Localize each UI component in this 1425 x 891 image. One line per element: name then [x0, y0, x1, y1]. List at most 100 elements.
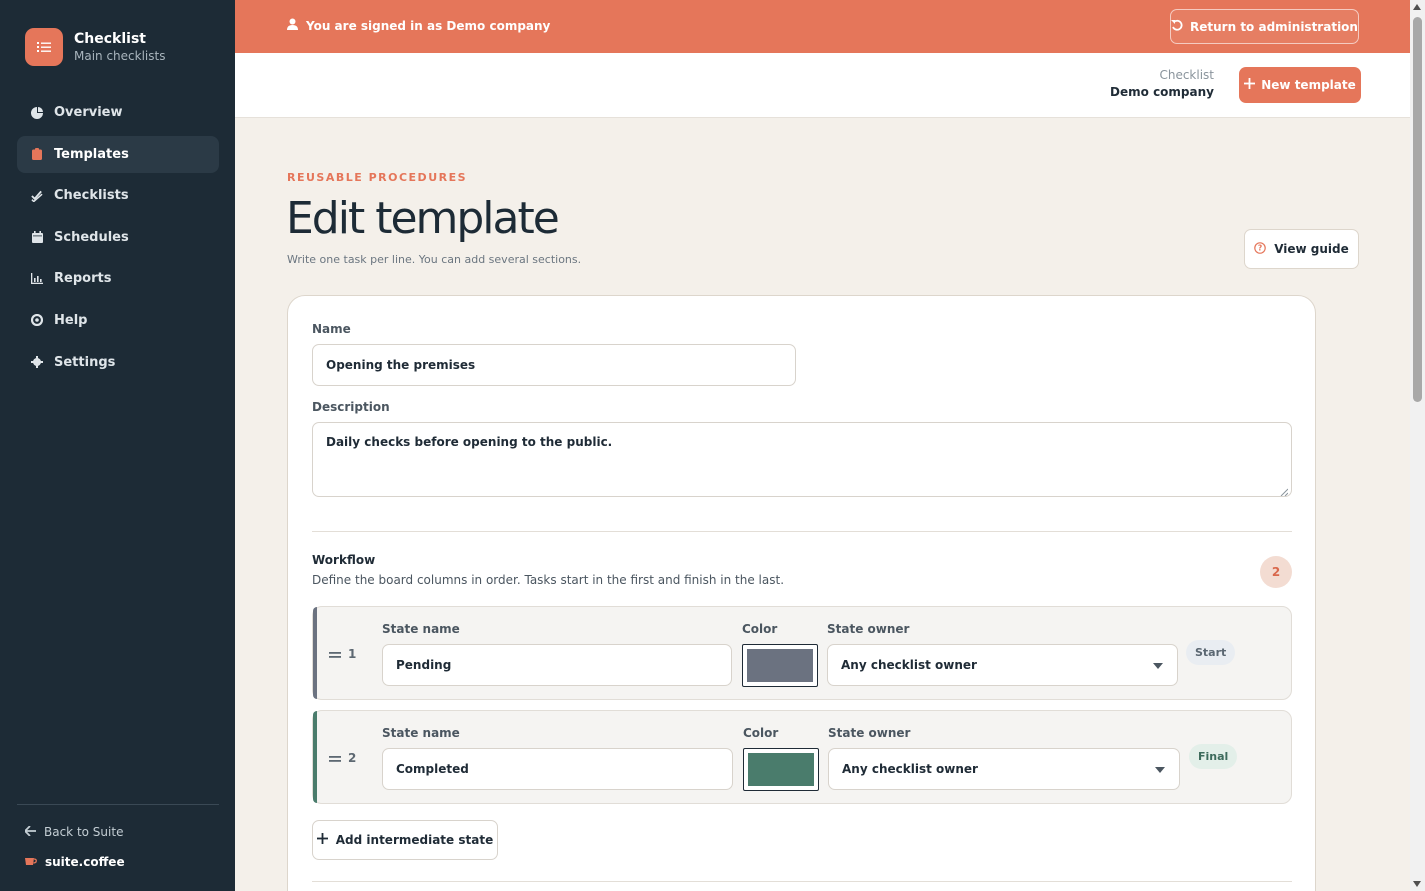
color-swatch [747, 649, 813, 682]
template-form-card: Name Opening the premises Description Da… [287, 295, 1316, 891]
section-divider [312, 531, 1292, 532]
workflow-state-row: 1 State name Pending Color State owner A… [312, 606, 1292, 700]
workflow-subtitle: Define the board columns in order. Tasks… [312, 573, 785, 587]
state-name-label: State name [382, 726, 460, 740]
sidebar-item-label: Help [54, 312, 88, 328]
page-scrollbar[interactable] [1410, 0, 1425, 891]
signed-in-notice: You are signed in as Demo company [287, 18, 550, 33]
add-intermediate-state-label: Add intermediate state [335, 833, 494, 847]
bar-chart-icon [31, 273, 43, 285]
state-color-bar [313, 607, 317, 699]
resize-grip-icon[interactable] [1280, 485, 1289, 497]
return-to-administration-label: Return to administration [1190, 19, 1358, 34]
scrollbar-thumb[interactable] [1413, 17, 1422, 402]
new-template-button[interactable]: New template [1239, 67, 1361, 103]
sidebar-item-label: Schedules [54, 229, 129, 245]
drag-handle[interactable]: 2 [329, 751, 356, 765]
sidebar-item-settings[interactable]: Settings [17, 344, 219, 381]
color-swatch [748, 753, 814, 786]
view-guide-label: View guide [1274, 242, 1349, 256]
back-to-suite-label: Back to Suite [44, 825, 124, 839]
sidebar-nav: Overview Templates Checklists Schedules … [17, 94, 219, 385]
user-secret-icon [287, 18, 298, 33]
life-ring-icon [31, 314, 43, 327]
state-name-label: State name [382, 622, 460, 636]
brand[interactable]: Checklist Main checklists [25, 28, 165, 66]
arrow-left-icon [23, 825, 36, 839]
svg-text:?: ? [1258, 243, 1262, 252]
description-field[interactable]: Daily checks before opening to the publi… [312, 422, 1292, 497]
sidebar-item-schedules[interactable]: Schedules [17, 219, 219, 256]
sidebar-item-overview[interactable]: Overview [17, 94, 219, 131]
suite-coffee-label: suite.coffee [45, 855, 125, 869]
page-title: Edit template [286, 193, 560, 244]
state-color-picker[interactable] [742, 644, 818, 687]
page-eyebrow: REUSABLE PROCEDURES [287, 171, 468, 184]
state-name-field[interactable]: Pending [382, 644, 732, 686]
state-owner-select[interactable]: Any checklist owner [828, 748, 1180, 790]
description-text: Daily checks before opening to the publi… [326, 435, 613, 449]
state-owner-value: Any checklist owner [842, 762, 978, 776]
sidebar-item-label: Reports [54, 271, 112, 287]
double-check-icon [31, 190, 43, 202]
drag-handle[interactable]: 1 [329, 647, 356, 661]
state-name-field[interactable]: Completed [382, 748, 733, 790]
brand-subtitle: Main checklists [74, 49, 166, 63]
sidebar-item-reports[interactable]: Reports [17, 260, 219, 297]
workflow-title: Workflow [312, 553, 376, 567]
name-field[interactable]: Opening the premises [312, 344, 796, 386]
color-label: Color [743, 726, 779, 740]
view-guide-button[interactable]: ? View guide [1244, 229, 1359, 269]
color-label: Color [742, 622, 778, 636]
return-to-administration-button[interactable]: Return to administration [1170, 9, 1359, 44]
sidebar-footer: Back to Suite suite.coffee [17, 804, 219, 869]
chevron-down-icon [1153, 663, 1163, 669]
question-circle-icon: ? [1254, 241, 1267, 257]
page-subtitle: Write one task per line. You can add sev… [287, 253, 582, 266]
workflow-state-row: 2 State name Completed Color State owner… [312, 710, 1292, 804]
add-intermediate-state-button[interactable]: Add intermediate state [312, 820, 498, 860]
state-owner-label: State owner [828, 726, 911, 740]
chevron-down-icon [1155, 767, 1165, 773]
context-company: Demo company [1110, 85, 1214, 99]
page-header: Checklist Demo company New template [235, 53, 1410, 118]
sidebar: Checklist Main checklists Overview Templ… [0, 0, 235, 891]
sidebar-item-label: Settings [54, 354, 116, 370]
back-to-suite-link[interactable]: Back to Suite [17, 825, 219, 839]
signed-in-text: You are signed in as Demo company [306, 18, 551, 33]
state-index: 2 [348, 751, 357, 765]
drag-handle-icon [329, 647, 341, 661]
section-divider [312, 881, 1292, 882]
checklist-logo-icon [25, 28, 63, 66]
state-color-picker[interactable] [743, 748, 819, 791]
state-owner-select[interactable]: Any checklist owner [827, 644, 1178, 686]
scroll-up-icon[interactable] [1413, 4, 1421, 10]
state-badge-start: Start [1186, 640, 1236, 665]
context-info: Checklist Demo company [1110, 68, 1214, 99]
suite-coffee-link[interactable]: suite.coffee [17, 855, 219, 869]
calendar-icon [31, 231, 43, 244]
sidebar-item-label: Templates [54, 146, 129, 162]
sidebar-item-templates[interactable]: Templates [17, 135, 219, 173]
sidebar-item-label: Checklists [54, 188, 129, 204]
workflow-count-badge: 2 [1260, 556, 1292, 588]
brand-title: Checklist [74, 31, 146, 47]
sidebar-item-help[interactable]: Help [17, 302, 219, 339]
plus-icon [1244, 78, 1256, 92]
state-badge-final: Final [1189, 744, 1238, 769]
scroll-down-icon[interactable] [1413, 881, 1421, 887]
clipboard-icon [31, 148, 43, 161]
drag-handle-icon [329, 751, 341, 765]
plus-icon [316, 833, 328, 847]
state-index: 1 [348, 647, 357, 661]
state-owner-label: State owner [827, 622, 910, 636]
name-label: Name [312, 322, 351, 336]
sidebar-item-label: Overview [54, 105, 123, 120]
sidebar-item-checklists[interactable]: Checklists [17, 177, 219, 214]
state-owner-value: Any checklist owner [841, 658, 977, 672]
state-color-bar [313, 711, 317, 803]
context-app: Checklist [1159, 68, 1214, 82]
description-label: Description [312, 400, 390, 414]
impersonation-banner: You are signed in as Demo company Return… [235, 0, 1410, 53]
gear-icon [31, 356, 43, 369]
